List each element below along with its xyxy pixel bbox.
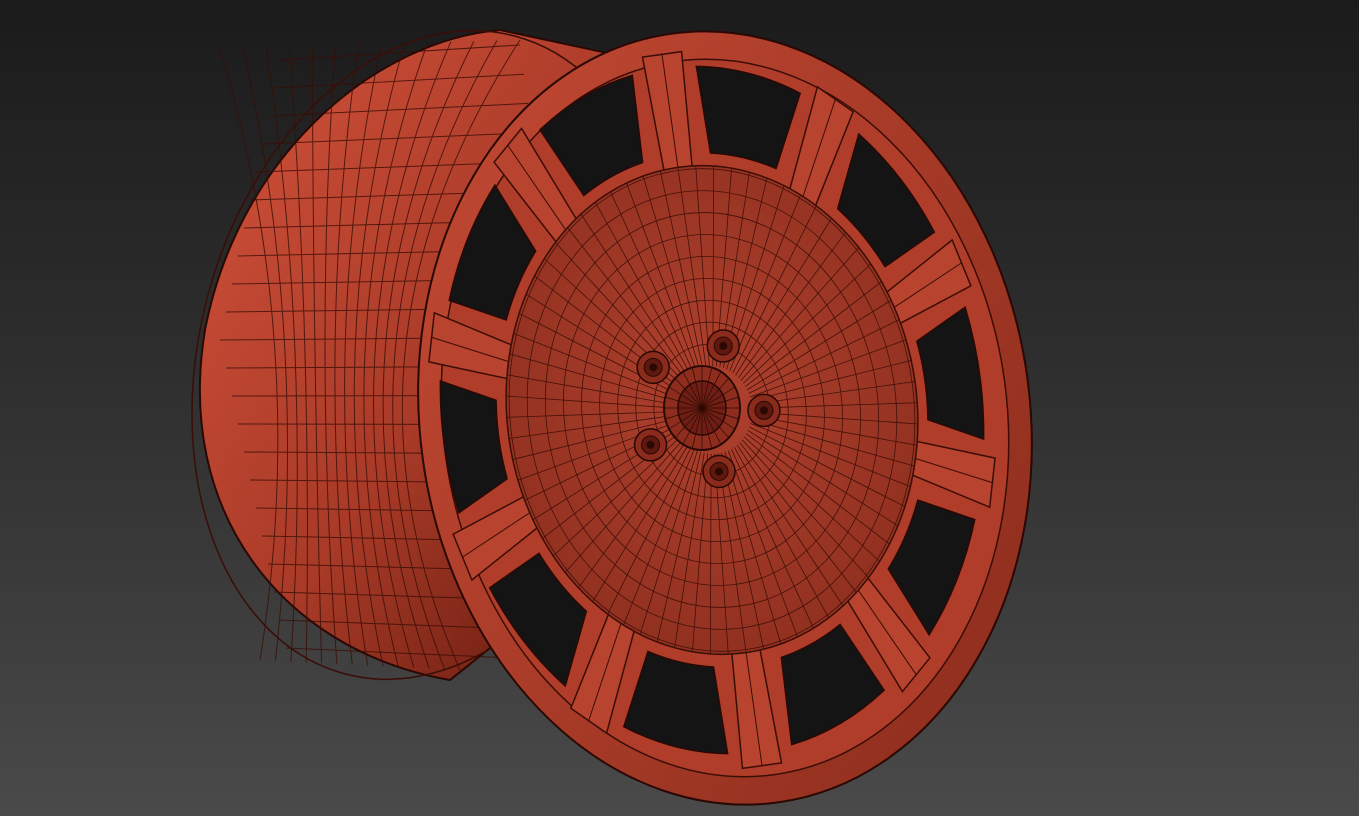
3d-viewport[interactable] — [0, 0, 1359, 816]
lug-nut — [702, 454, 736, 489]
lug-nut — [706, 329, 741, 363]
lug-nut — [636, 350, 670, 385]
lug-nut — [633, 428, 668, 462]
lug-nut — [747, 393, 781, 428]
wheel-render[interactable] — [0, 0, 1359, 816]
hub — [663, 365, 741, 451]
